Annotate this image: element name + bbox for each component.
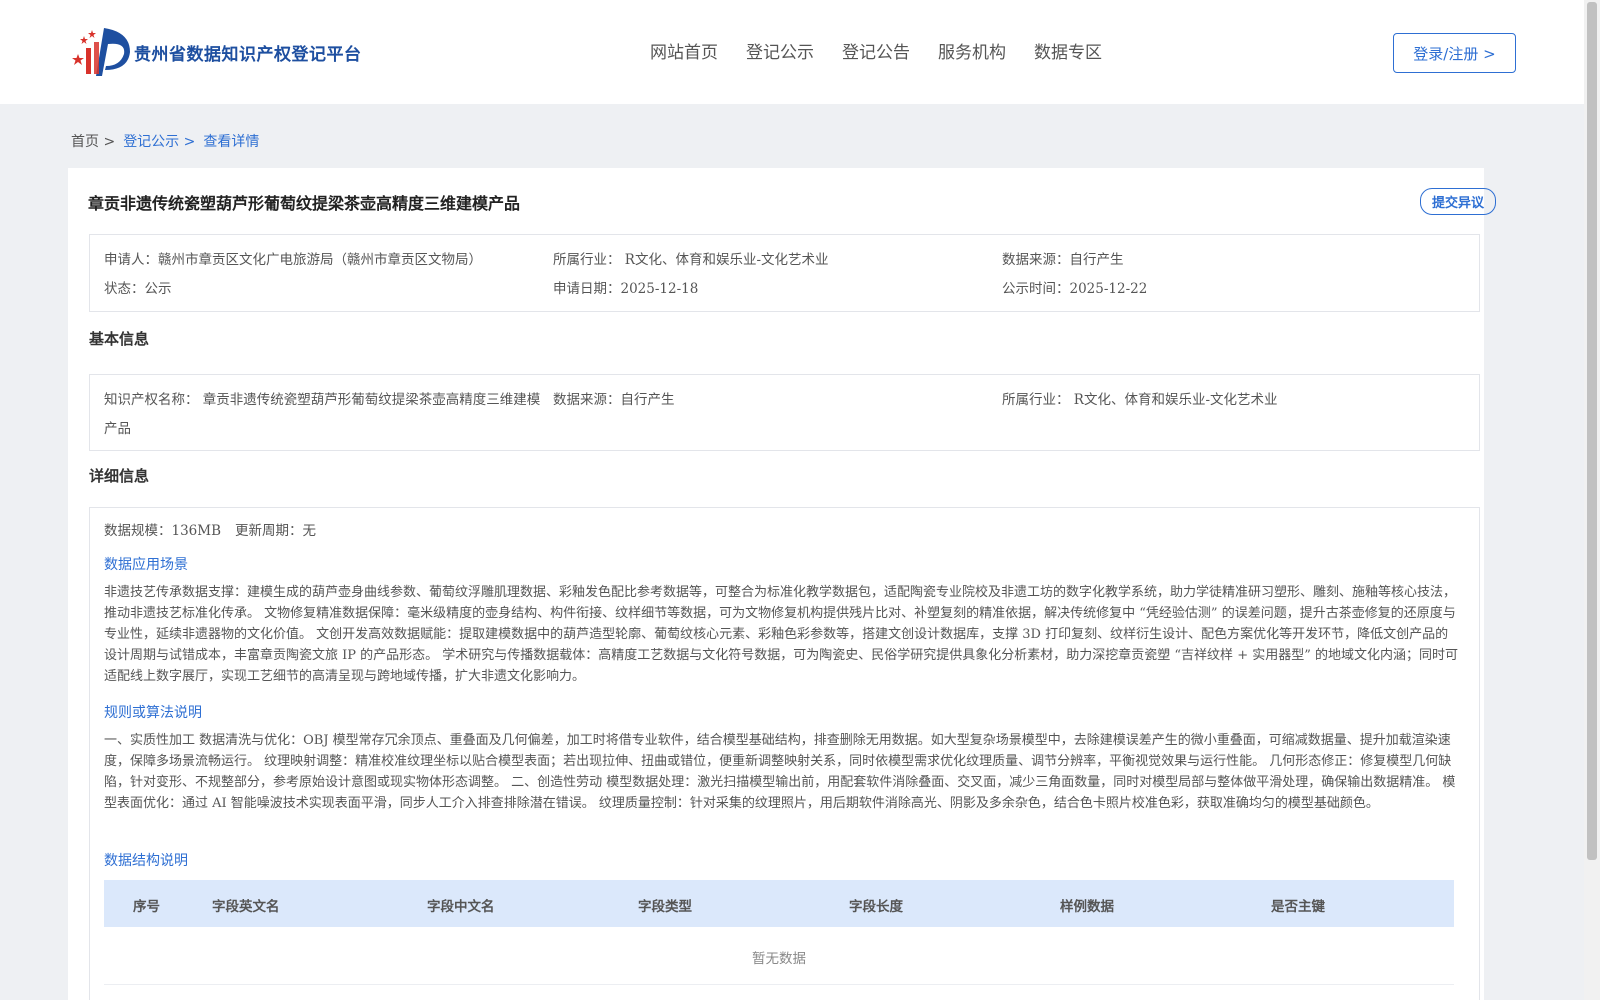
breadcrumb-current: 查看详情 [203,134,260,150]
industry-field: 所属行业： R文化、体育和娱乐业-文化艺术业 [553,252,829,268]
col-field-en: 字段英文名 [212,899,280,915]
col-field-type: 字段类型 [638,899,692,915]
nav-item-registration-announcement[interactable]: 登记公告 [842,38,910,63]
col-field-length: 字段长度 [849,899,903,915]
ip-name-field-wrap: 产品 [104,421,131,437]
summary-box: 申请人：赣州市章贡区文化广电旅游局（赣州市章贡区文物局） 所属行业： R文化、体… [89,234,1480,312]
basic-info-box: 知识产权名称： 章贡非遗传统瓷塑葫芦形葡萄纹提梁茶壶高精度三维建模 产品 数据来… [89,374,1480,451]
algorithm-heading: 规则或算法说明 [104,705,202,721]
publish-date-field: 公示时间：2025-12-22 [1002,281,1148,297]
page-scrollbar[interactable] [1584,0,1600,1000]
nav-item-data-zone[interactable]: 数据专区 [1034,38,1102,63]
site-title: 贵州省数据知识产权登记平台 [134,44,362,65]
main-nav: 网站首页 登记公示 登记公告 服务机构 数据专区 [650,38,1102,63]
detail-card: 章贡非遗传统瓷塑葫芦形葡萄纹提梁茶壶高精度三维建模产品 提交异议 申请人：赣州市… [68,168,1496,1000]
breadcrumb-registration-publicity[interactable]: 登记公示 > [123,131,195,151]
col-index: 序号 [133,899,160,915]
login-register-button[interactable]: 登录/注册 > [1393,33,1516,73]
col-field-cn: 字段中文名 [427,899,495,915]
data-structure-table: 序号 字段英文名 字段中文名 字段类型 字段长度 样例数据 是否主键 暂无数据 [104,880,1454,985]
ip-name-field: 知识产权名称： 章贡非遗传统瓷塑葫芦形葡萄纹提梁茶壶高精度三维建模 [104,392,541,408]
basic-source-field: 数据来源：自行产生 [553,392,675,408]
nav-item-registration-publicity[interactable]: 登记公示 [746,38,814,63]
table-header: 序号 字段英文名 字段中文名 字段类型 字段长度 样例数据 是否主键 [104,880,1454,927]
basic-industry-field: 所属行业： R文化、体育和娱乐业-文化艺术业 [1002,392,1278,408]
product-title: 章贡非遗传统瓷塑葫芦形葡萄纹提梁茶壶高精度三维建模产品 [88,194,521,213]
structure-heading: 数据结构说明 [104,853,188,869]
detail-info-heading: 详细信息 [89,467,150,485]
basic-info-heading: 基本信息 [89,330,150,348]
apply-date-field: 申请日期：2025-12-18 [553,281,699,297]
applicant-field: 申请人：赣州市章贡区文化广电旅游局（赣州市章贡区文物局） [104,252,482,268]
source-field: 数据来源：自行产生 [1002,252,1124,268]
table-empty-row: 暂无数据 [104,927,1454,985]
top-header: 贵州省数据知识产权登记平台 网站首页 登记公示 登记公告 服务机构 数据专区 登… [0,0,1584,104]
col-sample-data: 样例数据 [1060,899,1114,915]
nav-item-service-agencies[interactable]: 服务机构 [938,38,1006,63]
scenario-text: 非遗技艺传承数据支撑：建模生成的葫芦壶身曲线参数、葡萄纹浮雕肌理数据、彩釉发色配… [104,585,1458,684]
algorithm-text: 一、实质性加工 数据清洗与优化：OBJ 模型常存冗余顶点、重叠面及几何偏差，加工… [104,733,1456,811]
update-cycle-field: 更新周期：无 [235,523,316,539]
status-field: 状态：公示 [104,281,172,297]
submit-objection-button[interactable]: 提交异议 [1420,188,1496,215]
scenario-heading: 数据应用场景 [104,557,188,573]
detail-info-box: 数据规模：136MB 更新周期：无 数据应用场景 非遗技艺传承数据支撑：建模生成… [89,507,1480,1000]
scrollbar-thumb[interactable] [1587,2,1597,860]
data-scale-field: 数据规模：136MB [104,523,222,539]
logo-emblem-icon [72,28,130,76]
nav-item-home[interactable]: 网站首页 [650,38,718,63]
empty-text: 暂无数据 [752,951,806,967]
col-primary-key: 是否主键 [1271,899,1325,915]
site-logo[interactable]: 贵州省数据知识产权登记平台 [70,26,362,78]
breadcrumb: 首页 > 登记公示 > 查看详情 [71,131,259,151]
breadcrumb-home[interactable]: 首页 > [71,131,115,151]
